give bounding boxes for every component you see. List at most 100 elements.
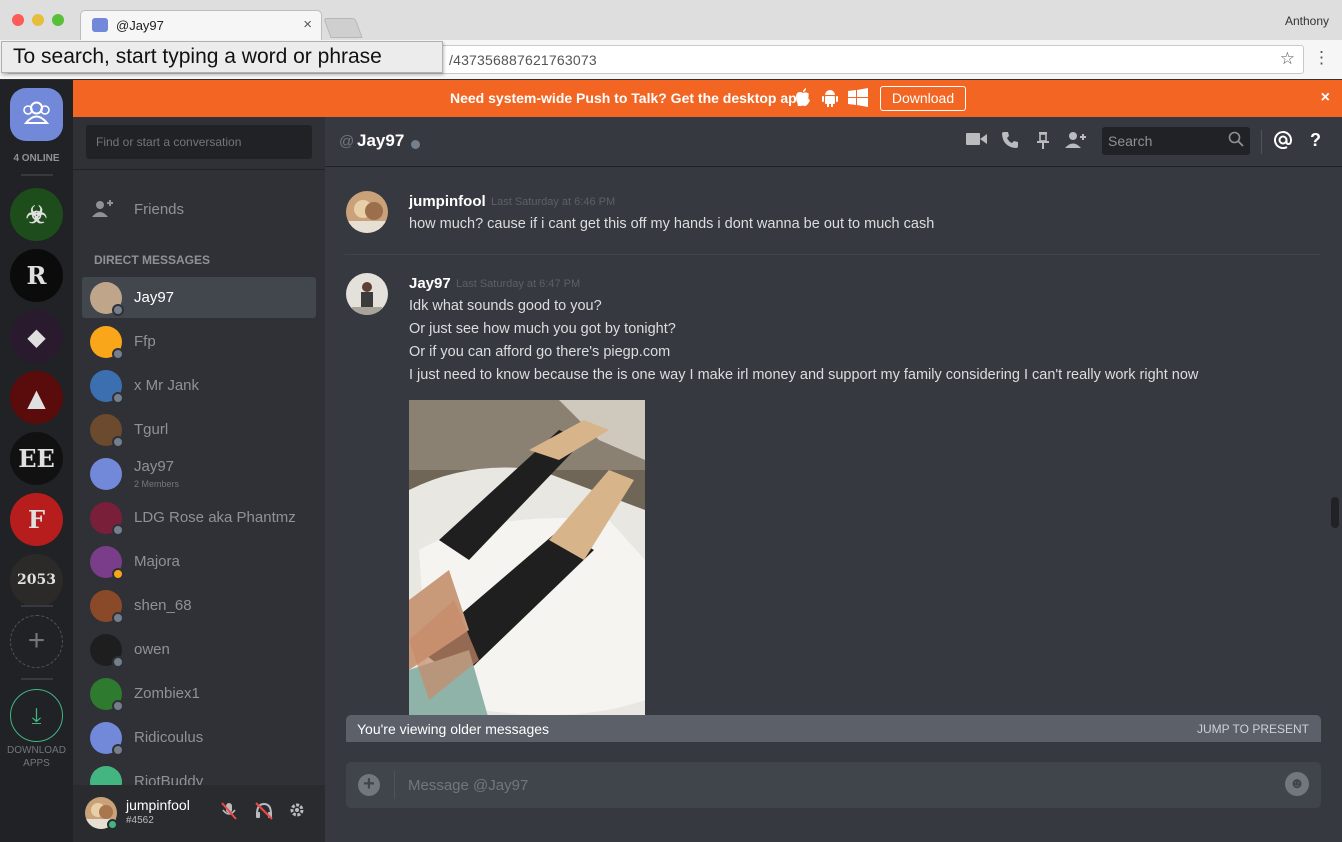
zoom-window-button[interactable]	[52, 14, 64, 26]
guild-icon-glyph: 2053	[17, 572, 56, 588]
tab-title: @Jay97	[116, 18, 164, 33]
image-attachment[interactable]	[409, 400, 645, 720]
dm-name: Ridicoulus	[134, 729, 204, 746]
banner-download-button[interactable]: Download	[880, 86, 966, 111]
friends-label: Friends	[134, 201, 185, 218]
guild-icon-glyph: R	[26, 261, 47, 290]
message-input[interactable]	[408, 770, 1268, 800]
message-avatar[interactable]	[346, 273, 388, 315]
deafen-headphones-icon[interactable]	[255, 802, 273, 825]
minimize-window-button[interactable]	[32, 14, 44, 26]
jump-to-present-button[interactable]: JUMP TO PRESENT	[1197, 722, 1309, 736]
friends-icon	[92, 199, 114, 225]
download-label-line: APPS	[23, 758, 50, 769]
home-button[interactable]	[10, 88, 63, 141]
url-text[interactable]: /437356887621763073	[449, 52, 597, 68]
search-icon	[1228, 131, 1244, 150]
composer-box: + ☻	[346, 762, 1321, 808]
voice-call-icon[interactable]	[1001, 131, 1019, 152]
dm-sidebar: Find or start a conversation Friends DIR…	[73, 117, 325, 842]
dm-item[interactable]: Ffp	[82, 321, 316, 362]
emoji-picker-icon[interactable]: ☻	[1285, 772, 1309, 796]
message-group-divider	[345, 254, 1320, 255]
message-text: I just need to know because the is one w…	[409, 367, 1199, 383]
message-avatar[interactable]	[346, 191, 388, 233]
upload-attachment-button[interactable]: +	[358, 774, 380, 796]
guild-icon-glyph: ▲	[27, 383, 46, 412]
r-guild[interactable]: R	[10, 249, 63, 302]
dm-status-indicator	[112, 568, 124, 580]
dm-name: Jay97	[134, 458, 175, 475]
video-call-icon[interactable]	[966, 131, 988, 150]
dm-name: RiotBuddy	[134, 773, 204, 785]
dm-name: Ffp	[134, 333, 156, 350]
dm-status-indicator	[112, 656, 124, 668]
download-label-line: DOWNLOAD	[7, 745, 66, 756]
dm-item[interactable]: Zombiex1	[82, 673, 316, 714]
bookmark-star-icon[interactable]: ☆	[1280, 49, 1295, 69]
dm-avatar	[90, 458, 122, 490]
dm-name: owen	[134, 641, 170, 658]
dm-status-indicator	[112, 436, 124, 448]
dm-item[interactable]: x Mr Jank	[82, 365, 316, 406]
download-apps-button[interactable]: ⤓	[10, 689, 63, 742]
add-server-button[interactable]: +	[10, 615, 63, 668]
dm-item[interactable]: shen_68	[82, 585, 316, 626]
dm-status-indicator	[112, 524, 124, 536]
chat-scrollbar-thumb[interactable]	[1331, 497, 1339, 528]
dm-item[interactable]: owen	[82, 629, 316, 670]
dm-item[interactable]: Jay97 2 Members	[82, 453, 316, 494]
pinned-messages-icon[interactable]	[1036, 131, 1050, 152]
dm-name: x Mr Jank	[134, 377, 200, 394]
add-friend-to-dm-icon[interactable]	[1065, 131, 1087, 152]
dm-item[interactable]: RiotBuddy	[82, 761, 316, 785]
user-settings-gear-icon[interactable]	[289, 802, 305, 823]
message-list: jumpinfool Last Saturday at 6:46 PM how …	[325, 167, 1342, 742]
dm-status-indicator	[112, 392, 124, 404]
banner-close-icon[interactable]: ×	[1321, 89, 1330, 107]
mentions-icon[interactable]	[1274, 131, 1293, 152]
message-search-input[interactable]: Search	[1102, 127, 1250, 155]
browser-menu-icon[interactable]: ⋮	[1313, 49, 1330, 66]
friends-home-icon	[23, 101, 50, 124]
f-guild[interactable]: F	[10, 493, 63, 546]
guild-icon-glyph: ◆	[27, 322, 46, 351]
sidebar-divider	[73, 169, 325, 170]
find-tooltip: To search, start typing a word or phrase	[1, 41, 443, 73]
friends-button[interactable]: Friends	[82, 193, 316, 227]
2053-guild[interactable]: 2053	[10, 554, 63, 607]
browser-tab[interactable]: @Jay97 ×	[80, 10, 322, 40]
direct-messages-header: DIRECT MESSAGES	[94, 253, 211, 267]
dm-item[interactable]: Ridicoulus	[82, 717, 316, 758]
tab-close-icon[interactable]: ×	[303, 16, 312, 33]
biohazard-guild[interactable]: ☣	[10, 188, 63, 241]
red-cape-guild[interactable]: ▲	[10, 371, 63, 424]
conversation-search-input[interactable]: Find or start a conversation	[86, 125, 312, 159]
dm-item[interactable]: Jay97	[82, 277, 316, 318]
close-window-button[interactable]	[12, 14, 24, 26]
chat-header: @ Jay97 Search ?	[325, 117, 1342, 167]
dm-item[interactable]: Majora	[82, 541, 316, 582]
guild-icon-glyph: F	[27, 505, 46, 534]
composer-divider	[394, 771, 395, 799]
dm-item[interactable]: LDG Rose aka Phantmz	[82, 497, 316, 538]
mute-microphone-icon[interactable]	[221, 802, 237, 825]
wolf-guild[interactable]: ◆	[10, 310, 63, 363]
dm-name: shen_68	[134, 597, 192, 614]
dm-status-indicator	[112, 744, 124, 756]
help-icon[interactable]: ?	[1310, 131, 1321, 149]
message-author[interactable]: Jay97	[409, 275, 451, 292]
new-tab-button[interactable]	[323, 18, 363, 38]
guild-separator	[21, 174, 53, 176]
message-composer: + ☻	[325, 742, 1342, 842]
browser-profile-name[interactable]: Anthony	[1285, 14, 1329, 28]
message-author[interactable]: jumpinfool	[409, 193, 486, 210]
ee-guild[interactable]: EE	[10, 432, 63, 485]
online-count: 4 ONLINE	[13, 153, 60, 164]
dm-name: Zombiex1	[134, 685, 200, 702]
guild-separator	[21, 678, 53, 680]
message-text: how much? cause if i cant get this off m…	[409, 216, 935, 232]
dm-item[interactable]: Tgurl	[82, 409, 316, 450]
channel-title: Jay97	[357, 131, 405, 150]
dm-name: LDG Rose aka Phantmz	[134, 509, 296, 526]
